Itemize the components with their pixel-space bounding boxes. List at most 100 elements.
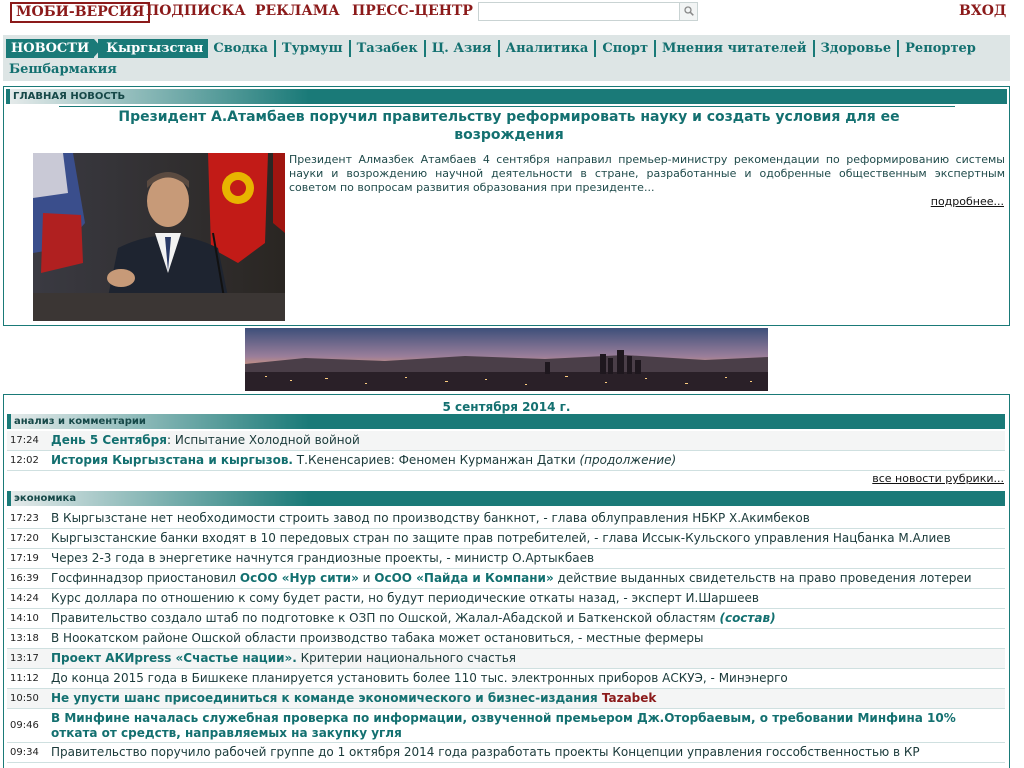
main-news-title[interactable]: Президент А.Атамбаев поручил правительст… <box>64 108 954 144</box>
nav-separator <box>812 39 815 57</box>
news-time: 09:34 <box>10 747 39 758</box>
news-row[interactable]: 17:19 Через 2-3 года в энергетике начнут… <box>7 549 1005 569</box>
economy-section-label: экономика <box>14 493 77 504</box>
read-more-link[interactable]: подробнее... <box>931 195 1004 208</box>
news-time: 17:19 <box>10 553 39 564</box>
nav-separator <box>423 39 426 57</box>
nav-separator <box>897 39 900 57</box>
news-headline[interactable]: День 5 Сентября <box>51 433 167 447</box>
main-news-section-header: ГЛАВНАЯ НОВОСТЬ <box>6 89 1007 104</box>
news-text-part: Госфиннадзор приостановил <box>51 571 240 585</box>
nav-separator <box>497 39 500 57</box>
nav-item-turmush[interactable]: Турмуш <box>277 39 348 58</box>
president-photo-image <box>33 153 285 321</box>
city-panorama-banner[interactable] <box>245 328 768 391</box>
subscribe-link[interactable]: ПОДПИСКА <box>146 3 246 19</box>
nav-item-sport[interactable]: Спорт <box>597 39 653 58</box>
news-text[interactable]: Госфиннадзор приостановил ОсОО «Нур сити… <box>51 571 1001 586</box>
ads-link[interactable]: РЕКЛАМА <box>255 3 340 19</box>
news-row[interactable]: 11:12 До конца 2015 года в Бишкеке плани… <box>7 669 1005 689</box>
news-text[interactable]: В Ноокатском районе Ошской области произ… <box>51 631 1001 646</box>
nav-separator <box>348 39 351 57</box>
news-text[interactable]: Курс доллара по отношению к сому будет р… <box>51 591 1001 606</box>
news-time: 14:24 <box>10 593 39 604</box>
main-news-box: ГЛАВНАЯ НОВОСТЬ Президент А.Атамбаев пор… <box>3 86 1010 326</box>
company-name: ОсОО «Нур сити» <box>239 571 359 585</box>
company-name: ОсОО «Пайда и Компани» <box>374 571 554 585</box>
news-text: Т.Кененсариев: Феномен Курманжан Датки <box>292 453 580 467</box>
news-headline[interactable]: В Минфине началась служебная проверка по… <box>51 711 956 740</box>
news-time: 13:17 <box>10 653 39 664</box>
news-row[interactable]: 17:20 Кыргызстанские банки входят в 10 п… <box>7 529 1005 549</box>
nav-separator <box>654 39 657 57</box>
main-news-photo[interactable] <box>33 153 285 321</box>
news-row[interactable]: 09:46 В Минфине началась служебная прове… <box>7 709 1005 743</box>
news-row[interactable]: 10:50 Не упусти шанс присоединиться к ко… <box>7 689 1005 709</box>
tazabek-brand: Tazabek <box>601 691 657 705</box>
news-row[interactable]: 17:24 День 5 Сентября: Испытание Холодно… <box>7 431 1005 451</box>
search-button[interactable] <box>679 3 697 20</box>
news-row[interactable]: 13:18 В Ноокатском районе Ошской области… <box>7 629 1005 649</box>
news-time: 14:10 <box>10 613 39 624</box>
news-headline[interactable]: Проект АКИpress «Счастье нации». <box>51 651 297 665</box>
nav-item-svodka[interactable]: Сводка <box>208 39 273 58</box>
nav-item-tazabek[interactable]: Тазабек <box>352 39 423 58</box>
economy-section-header: экономика <box>7 491 1005 506</box>
news-row[interactable]: 13:17 Проект АКИpress «Счастье нации». К… <box>7 649 1005 669</box>
news-time: 11:12 <box>10 673 39 684</box>
title-rule <box>59 106 955 107</box>
analysis-section-label: анализ и комментарии <box>14 416 146 427</box>
news-text-part: Правительство создало штаб по подготовке… <box>51 611 720 625</box>
news-text[interactable]: Кыргызстанские банки входят в 10 передов… <box>51 531 1001 546</box>
news-row[interactable]: 14:10 Правительство создало штаб по подг… <box>7 609 1005 629</box>
city-skyline-image <box>245 328 768 391</box>
news-headline[interactable]: Не упусти шанс присоединиться к команде … <box>51 691 602 705</box>
news-text-part: действие выданных свидетельств на право … <box>553 571 972 585</box>
nav-item-beshbarmakia[interactable]: Бешбармакия <box>6 60 122 79</box>
news-text: : Испытание Холодной войной <box>166 433 360 447</box>
news-time: 17:23 <box>10 513 39 524</box>
news-row[interactable]: 16:39 Госфиннадзор приостановил ОсОО «Ну… <box>7 569 1005 589</box>
news-time: 16:39 <box>10 573 39 584</box>
main-news-section-label: ГЛАВНАЯ НОВОСТЬ <box>13 91 126 102</box>
news-time: 12:02 <box>10 455 39 466</box>
nav-separator <box>594 39 597 57</box>
news-text[interactable]: В Кыргызстане нет необходимости строить … <box>51 511 1001 526</box>
composition-link[interactable]: (состав) <box>719 611 775 625</box>
nav-item-readers-opinions[interactable]: Мнения читателей <box>657 39 812 58</box>
news-text[interactable]: До конца 2015 года в Бишкеке планируется… <box>51 671 1001 686</box>
nav-item-kyrgyzstan[interactable]: Кыргызстан <box>98 38 209 58</box>
news-text[interactable]: Правительство поручило рабочей группе до… <box>51 745 1001 760</box>
news-row[interactable]: 14:24 Курс доллара по отношению к сому б… <box>7 589 1005 609</box>
news-time: 17:24 <box>10 435 39 446</box>
news-row[interactable]: 09:34 Правительство поручило рабочей гру… <box>7 743 1005 763</box>
nav-news[interactable]: НОВОСТИ <box>6 38 103 58</box>
nav-row-1: НОВОСТИ Кыргызстан Сводка Турмуш Тазабек… <box>6 38 981 58</box>
news-time: 09:46 <box>10 720 39 731</box>
nav-separator <box>273 39 276 57</box>
news-row[interactable]: 17:23 В Кыргызстане нет необходимости ст… <box>7 509 1005 529</box>
news-text[interactable]: Правительство создало штаб по подготовке… <box>51 611 1001 626</box>
news-feed: 5 сентября 2014 г. анализ и комментарии … <box>3 394 1010 768</box>
news-time: 10:50 <box>10 693 39 704</box>
nav-item-health[interactable]: Здоровье <box>816 39 897 58</box>
press-center-link[interactable]: ПРЕСС-ЦЕНТР <box>352 3 473 19</box>
nav-item-analytics[interactable]: Аналитика <box>501 39 594 58</box>
search-input[interactable] <box>479 3 679 20</box>
nav-item-central-asia[interactable]: Ц. Азия <box>427 39 497 58</box>
news-text: Критерии национального счастья <box>296 651 516 665</box>
mobile-version-button[interactable]: МОБИ-ВЕРСИЯ <box>10 2 151 23</box>
news-headline[interactable]: История Кыргызстана и кыргызов. <box>51 453 293 467</box>
news-text[interactable]: Через 2-3 года в энергетике начнутся гра… <box>51 551 1001 566</box>
all-news-link[interactable]: все новости рубрики... <box>872 472 1004 485</box>
analysis-section-header: анализ и комментарии <box>7 414 1005 429</box>
magnifier-icon <box>684 6 694 16</box>
nav-item-reporter[interactable]: Репортер <box>900 39 981 58</box>
news-row[interactable]: 12:02 История Кыргызстана и кыргызов. Т.… <box>7 451 1005 471</box>
nav-row-2: Бешбармакия <box>6 59 122 79</box>
news-time: 17:20 <box>10 533 39 544</box>
login-link[interactable]: ВХОД <box>959 3 1006 19</box>
main-nav: НОВОСТИ Кыргызстан Сводка Турмуш Тазабек… <box>3 35 1010 81</box>
news-time: 13:18 <box>10 633 39 644</box>
top-bar: МОБИ-ВЕРСИЯ ПОДПИСКА РЕКЛАМА ПРЕСС-ЦЕНТР… <box>0 0 1024 26</box>
